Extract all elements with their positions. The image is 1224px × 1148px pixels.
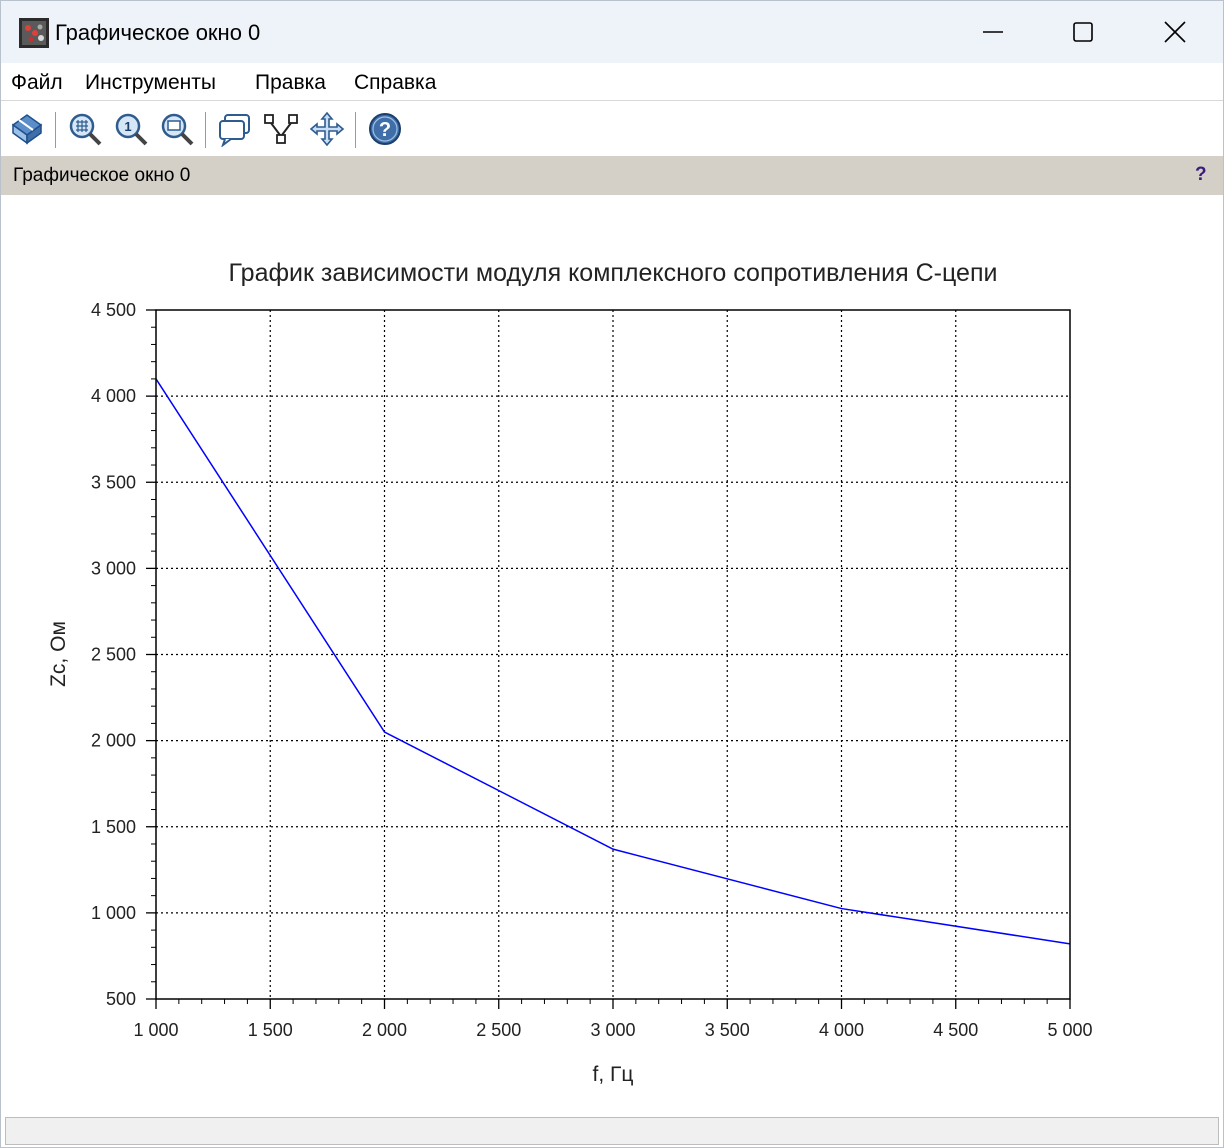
x-tick-label: 2 000	[362, 1020, 407, 1040]
panel-help-button[interactable]: ?	[1195, 164, 1207, 186]
axis-ticks: 1 000 1 500 2 000 2 500 3 000 3 500 4 000 4 500…	[91, 300, 1093, 1040]
close-icon	[1164, 21, 1186, 43]
y-tick-label: 1 500	[91, 817, 136, 837]
y-tick-label: 3 000	[91, 558, 136, 578]
data-tip-icon[interactable]	[159, 111, 195, 147]
grid	[156, 310, 1070, 999]
menu-file[interactable]: Файл	[11, 71, 63, 95]
pan-icon[interactable]	[309, 111, 345, 147]
svg-text:1: 1	[124, 119, 131, 134]
y-tick-label: 3 500	[91, 472, 136, 492]
toolbar-separator	[205, 112, 206, 148]
rotate-3d-icon[interactable]	[9, 111, 45, 147]
svg-text:?: ?	[379, 119, 391, 141]
y-tick-label: 500	[106, 989, 136, 1009]
y-tick-label: 2 500	[91, 645, 136, 665]
x-tick-label: 1 000	[133, 1020, 178, 1040]
scilab-graphic-icon	[19, 18, 49, 48]
x-tick-label: 4 000	[819, 1020, 864, 1040]
y-axis-label: Zc, Ом	[47, 621, 70, 687]
help-icon[interactable]: ?	[367, 111, 403, 147]
close-button[interactable]	[1129, 1, 1221, 63]
status-bar	[5, 1117, 1219, 1145]
maximize-icon	[1073, 22, 1093, 42]
minimize-icon	[983, 31, 1003, 33]
maximize-button[interactable]	[1037, 1, 1129, 63]
y-tick-label: 4 500	[91, 300, 136, 320]
x-tick-label: 3 500	[705, 1020, 750, 1040]
menu-bar: Файл Инструменты Правка Справка	[1, 63, 1223, 101]
chart[interactable]: График зависимости модуля комплексного с…	[1, 195, 1223, 1117]
minimize-button[interactable]	[947, 1, 1039, 63]
x-tick-label: 3 000	[590, 1020, 635, 1040]
menu-help[interactable]: Справка	[354, 71, 436, 95]
panel-header: Графическое окно 0 ?	[1, 156, 1223, 195]
menu-tools[interactable]: Инструменты	[85, 71, 216, 95]
graphic-window: Графическое окно 0 Файл Инструменты Прав…	[0, 0, 1224, 1148]
x-tick-label: 5 000	[1047, 1020, 1092, 1040]
zoom-reset-icon[interactable]: 1	[113, 111, 149, 147]
panel-title: Графическое окно 0	[13, 165, 191, 186]
plot-area[interactable]: График зависимости модуля комплексного с…	[1, 195, 1223, 1117]
edit-data-icon[interactable]	[263, 111, 299, 147]
x-tick-label: 1 500	[248, 1020, 293, 1040]
menu-edit[interactable]: Правка	[255, 71, 326, 95]
toolbar-separator	[355, 112, 356, 148]
toolbar-separator	[55, 112, 56, 148]
x-tick-label: 4 500	[933, 1020, 978, 1040]
datatip-manager-icon[interactable]	[217, 111, 253, 147]
y-tick-label: 2 000	[91, 731, 136, 751]
y-tick-label: 4 000	[91, 386, 136, 406]
x-tick-label: 2 500	[476, 1020, 521, 1040]
x-axis-label: f, Гц	[593, 1063, 634, 1086]
window-title: Графическое окно 0	[55, 20, 261, 45]
chart-title: График зависимости модуля комплексного с…	[229, 259, 998, 287]
zoom-icon[interactable]	[67, 111, 103, 147]
toolbar: 1 ?	[1, 102, 1223, 156]
title-bar[interactable]: Графическое окно 0	[1, 1, 1223, 63]
y-tick-label: 1 000	[91, 903, 136, 923]
